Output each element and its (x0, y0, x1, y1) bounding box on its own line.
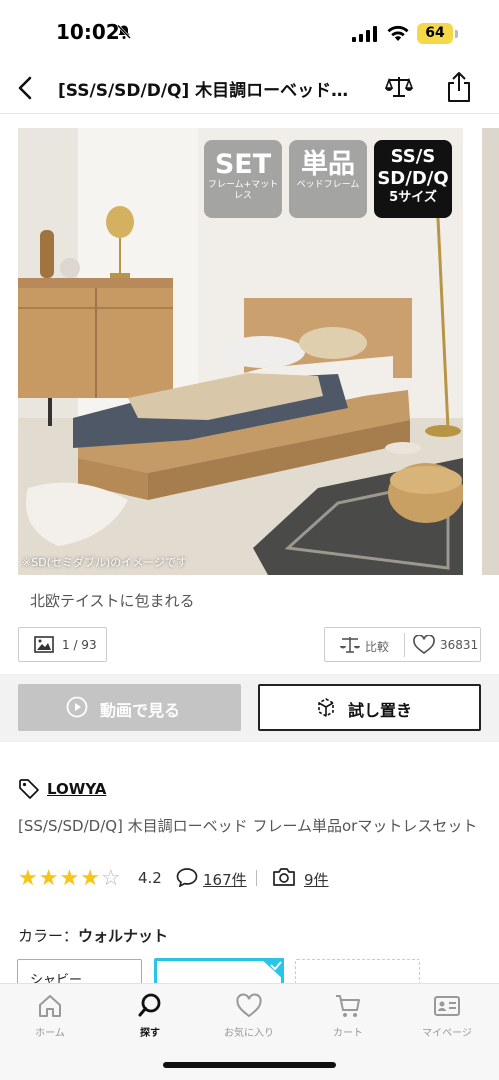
ar-cube-icon (318, 698, 334, 717)
size-badge-line1: SS/S (390, 146, 436, 167)
single-badge: 単品 ベッドフレーム (289, 140, 367, 218)
play-circle-icon (66, 696, 88, 718)
heart-icon[interactable] (413, 635, 435, 655)
set-badge: SET フレーム+マットレス (204, 140, 282, 218)
image-gallery-icon (34, 636, 54, 653)
size-badge: SS/S SD/D/Q 5サイズ (374, 140, 452, 218)
star-full: ★ (59, 866, 81, 891)
like-count: 36831 (440, 638, 479, 652)
gallery-button[interactable]: 1 / 93 (18, 627, 107, 662)
star-full: ★ (38, 866, 60, 891)
next-image-peek (482, 128, 499, 575)
compare-label[interactable]: 比較 (365, 638, 389, 655)
tab-home[interactable]: ホーム (10, 992, 90, 1039)
status-bar: 10:02 64 (0, 0, 499, 62)
divider (256, 870, 257, 886)
compare-like-group: 比較 36831 (324, 627, 481, 662)
bell-slash-icon (117, 24, 131, 39)
share-icon[interactable] (446, 71, 472, 103)
watch-video-label: 動画で見る (100, 701, 181, 720)
tab-cart[interactable]: カート (308, 992, 388, 1039)
rating-row: ★★★★☆ 4.2 167件 9件 (18, 866, 488, 891)
wifi-icon (387, 25, 409, 41)
heart-icon (236, 993, 262, 1018)
product-name: [SS/S/SD/D/Q] 木目調ローベッド フレーム単品orマットレスセット (18, 817, 478, 835)
gallery-counter: 1 / 93 (62, 638, 97, 652)
color-label: カラー： (18, 927, 79, 945)
compare-scale-icon[interactable] (384, 74, 414, 100)
single-badge-title: 単品 (301, 149, 355, 180)
page-title: [SS/S/SD/D/Q] 木目調ローベッド… (58, 81, 349, 101)
star-empty: ☆ (100, 866, 122, 891)
set-badge-title: SET (214, 149, 272, 180)
home-indicator (163, 1062, 336, 1068)
check-icon (260, 958, 284, 980)
cellular-signal-icon (352, 26, 377, 42)
tab-home-label: ホーム (35, 1028, 65, 1039)
rating-stars: ★★★★☆ (18, 866, 122, 891)
size-badge-line2: SD/D/Q (377, 168, 449, 189)
nav-bar: [SS/S/SD/D/Q] 木目調ローベッド… (0, 62, 499, 114)
review-count-link[interactable]: 167件 (203, 869, 247, 890)
divider (404, 633, 405, 657)
battery-tip (455, 30, 458, 38)
tab-favorites-label: お気に入り (224, 1028, 274, 1039)
tab-search-label: 探す (140, 1028, 160, 1039)
id-card-icon (434, 996, 460, 1016)
selected-color: ウォルナット (78, 927, 169, 945)
tab-mypage-label: マイページ (422, 1028, 472, 1039)
tag-icon (19, 779, 39, 799)
back-chevron-icon[interactable] (12, 74, 40, 102)
star-full: ★ (80, 866, 101, 891)
ar-try-label: 試し置き (348, 701, 413, 720)
cart-icon (336, 995, 360, 1017)
image-note: ※SD(セミダブル)のイメージです (22, 556, 188, 569)
rating-value: 4.2 (138, 869, 162, 887)
star-full: ★ (18, 866, 39, 891)
color-selector-label: カラー：ウォルナット (18, 925, 168, 946)
status-time: 10:02 (56, 20, 120, 44)
search-icon (138, 993, 161, 1017)
tab-search[interactable]: 探す (110, 992, 190, 1039)
tab-cart-label: カート (333, 1028, 363, 1039)
photo-review-count-link[interactable]: 9件 (304, 869, 329, 890)
battery-indicator: 64 (417, 23, 453, 44)
tab-favorites[interactable]: お気に入り (209, 992, 289, 1039)
set-badge-subtitle: フレーム+マットレス (207, 180, 279, 201)
compare-scale-icon[interactable] (339, 635, 361, 655)
camera-icon (273, 868, 295, 886)
ar-try-button[interactable]: 試し置き (258, 684, 481, 731)
tab-mypage[interactable]: マイページ (407, 992, 487, 1039)
brand-link[interactable]: LOWYA (47, 780, 106, 798)
size-badge-line3: 5サイズ (389, 190, 437, 205)
comment-icon (176, 868, 198, 887)
image-caption: 北欧テイストに包まれる (30, 592, 195, 610)
watch-video-button[interactable]: 動画で見る (18, 684, 241, 731)
home-icon (39, 995, 61, 1017)
single-badge-subtitle: ベッドフレーム (296, 180, 360, 190)
